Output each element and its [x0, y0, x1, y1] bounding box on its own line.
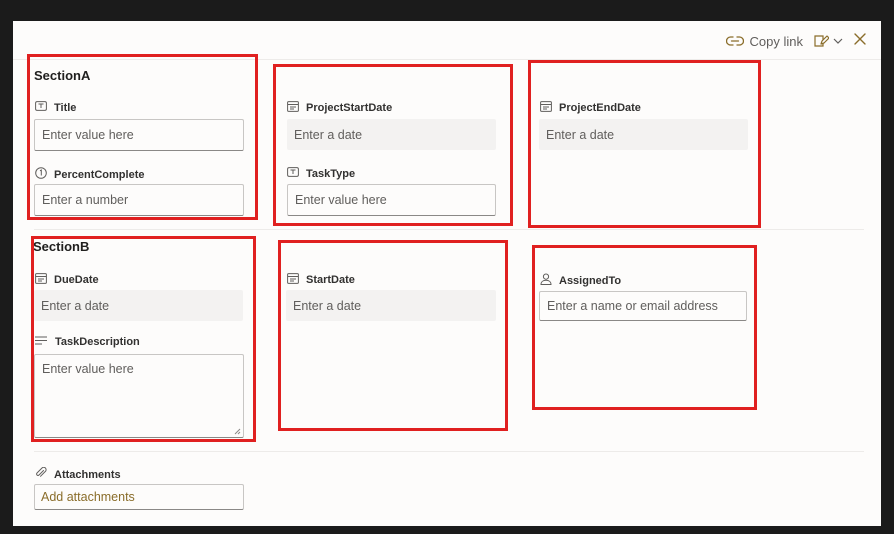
task-type-input[interactable]: [287, 184, 496, 216]
task-description-wrapper: [34, 354, 244, 438]
copy-link-label: Copy link: [749, 33, 803, 49]
number-icon: [35, 167, 47, 182]
assigned-to-people-picker[interactable]: [539, 291, 747, 321]
project-start-date-label: ProjectStartDate: [287, 101, 392, 115]
title-field-label: Title: [35, 101, 76, 114]
start-date-label: StartDate: [287, 273, 355, 287]
resize-grip-icon[interactable]: [234, 428, 241, 435]
text-field-icon: [287, 167, 299, 180]
form-toolbar: Copy link: [725, 30, 867, 52]
link-icon: [725, 35, 744, 47]
section-a-title: SectionA: [34, 68, 91, 83]
edit-form-menu-button[interactable]: [813, 33, 843, 49]
toolbar-divider: [13, 59, 881, 60]
project-end-date-label: ProjectEndDate: [540, 101, 641, 115]
person-icon: [540, 273, 552, 288]
task-type-label: TaskType: [287, 167, 355, 180]
multiline-text-icon: [35, 336, 48, 348]
close-icon[interactable]: [853, 32, 867, 50]
chevron-down-icon: [833, 37, 843, 45]
title-input[interactable]: [34, 119, 244, 151]
item-form-panel: Copy link SectionA Title PercentComplete…: [13, 21, 881, 526]
edit-form-icon: [813, 33, 829, 49]
section-a-divider: [34, 229, 864, 230]
project-start-date-picker[interactable]: Enter a date: [287, 119, 496, 150]
add-attachments-button[interactable]: Add attachments: [34, 484, 244, 510]
task-description-textarea[interactable]: [34, 354, 244, 438]
calendar-icon: [540, 101, 552, 115]
section-b-title: SectionB: [33, 239, 90, 254]
paperclip-icon: [35, 466, 47, 482]
copy-link-button[interactable]: Copy link: [725, 33, 803, 49]
calendar-icon: [287, 101, 299, 115]
text-field-icon: [35, 101, 47, 114]
due-date-picker[interactable]: Enter a date: [34, 290, 243, 321]
project-end-date-picker[interactable]: Enter a date: [539, 119, 748, 150]
start-date-picker[interactable]: Enter a date: [286, 290, 496, 321]
calendar-icon: [287, 273, 299, 287]
assigned-to-label: AssignedTo: [540, 273, 621, 288]
due-date-label: DueDate: [35, 273, 99, 287]
percent-complete-input[interactable]: [34, 184, 244, 216]
percent-complete-label: PercentComplete: [35, 167, 144, 182]
calendar-icon: [35, 273, 47, 287]
task-description-label: TaskDescription: [35, 336, 140, 348]
section-b-divider: [34, 451, 864, 452]
attachments-label: Attachments: [35, 466, 121, 482]
